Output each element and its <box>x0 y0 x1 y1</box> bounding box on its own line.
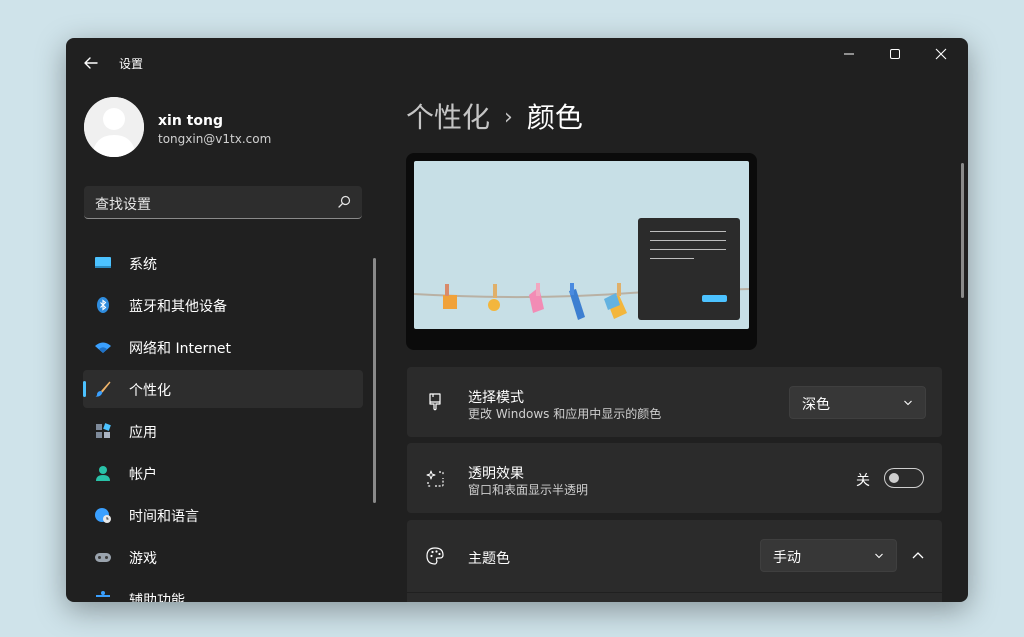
globe-clock-icon <box>95 508 111 523</box>
transparency-setting-card: 透明效果 窗口和表面显示半透明 关 <box>407 443 942 513</box>
user-email: tongxin@v1tx.com <box>158 132 272 146</box>
account-icon <box>96 466 110 481</box>
sidebar-item-label: 应用 <box>129 425 157 441</box>
preview-text-line <box>650 231 726 232</box>
transparency-subtitle: 窗口和表面显示半透明 <box>468 483 589 497</box>
sidebar-item-network[interactable]: 网络和 Internet <box>83 328 363 366</box>
sidebar-scrollbar[interactable] <box>373 258 376 503</box>
sidebar-item-bluetooth[interactable]: 蓝牙和其他设备 <box>83 286 363 324</box>
collapse-button[interactable] <box>902 540 934 572</box>
mode-subtitle: 更改 Windows 和应用中显示的颜色 <box>468 407 662 421</box>
brush-mode-icon <box>429 393 441 411</box>
accent-dropdown[interactable]: 手动 <box>760 539 897 572</box>
search-icon <box>338 195 351 208</box>
title-bar: 设置 <box>66 38 968 86</box>
sidebar-item-label: 蓝牙和其他设备 <box>129 299 227 315</box>
sidebar-item-personalization[interactable]: 个性化 <box>83 370 363 408</box>
back-arrow-icon <box>84 57 98 69</box>
preview-button <box>702 295 727 302</box>
content-scrollbar[interactable] <box>961 163 964 298</box>
sidebar-item-label: 网络和 Internet <box>129 341 232 357</box>
avatar[interactable] <box>84 97 144 157</box>
mode-title: 选择模式 <box>468 390 524 406</box>
breadcrumb: 个性化 › 颜色 <box>406 96 583 136</box>
sidebar-item-label: 系统 <box>129 257 157 273</box>
preview-wallpaper <box>414 161 749 329</box>
accent-color-card: 主题色 手动 <box>407 520 942 592</box>
sparkle-icon <box>426 470 444 487</box>
settings-window: 设置 xin tong tongxin@v1tx.com 查找设置 系统 蓝牙和… <box>66 38 968 602</box>
apps-icon <box>96 423 111 438</box>
search-value: 查找设置 <box>95 197 151 213</box>
wifi-icon <box>95 342 111 353</box>
sidebar-item-label: 帐户 <box>129 467 157 483</box>
sidebar-item-system[interactable]: 系统 <box>83 244 363 282</box>
accent-title: 主题色 <box>468 551 510 567</box>
maximize-button[interactable] <box>872 38 918 70</box>
accessibility-icon <box>96 591 110 597</box>
accent-dropdown-value: 手动 <box>773 550 801 566</box>
user-silhouette-icon <box>84 97 144 157</box>
active-indicator <box>83 381 86 397</box>
preview-text-line <box>650 249 726 250</box>
mode-dropdown-value: 深色 <box>802 397 830 413</box>
mode-dropdown[interactable]: 深色 <box>789 386 926 419</box>
system-icon <box>95 257 111 268</box>
back-button[interactable] <box>80 52 102 74</box>
transparency-toggle[interactable] <box>884 468 924 488</box>
minimize-button[interactable] <box>826 38 872 70</box>
theme-preview <box>406 153 757 350</box>
mode-setting-card: 选择模式 更改 Windows 和应用中显示的颜色 深色 <box>407 367 942 437</box>
sidebar-item-accessibility[interactable]: 辅助功能 <box>83 580 363 602</box>
search-input[interactable]: 查找设置 <box>84 186 362 219</box>
accent-expanded-area <box>407 593 942 602</box>
app-title: 设置 <box>119 57 144 71</box>
user-name: xin tong <box>158 113 223 129</box>
preview-text-line <box>650 258 694 259</box>
sidebar-item-label: 时间和语言 <box>129 509 199 525</box>
maximize-icon <box>890 49 900 59</box>
sidebar-nav: 系统 蓝牙和其他设备 网络和 Internet 个性化 应用 帐户 时间和语言 … <box>83 244 363 602</box>
transparency-state-label: 关 <box>856 473 870 489</box>
chevron-down-icon <box>904 400 912 406</box>
sidebar-item-gaming[interactable]: 游戏 <box>83 538 363 576</box>
gamepad-icon <box>95 553 111 562</box>
sidebar-item-label: 辅助功能 <box>129 593 185 602</box>
toggle-knob <box>889 473 899 483</box>
sidebar-item-time-language[interactable]: 时间和语言 <box>83 496 363 534</box>
sidebar-item-apps[interactable]: 应用 <box>83 412 363 450</box>
bluetooth-icon <box>97 297 109 313</box>
close-button[interactable] <box>918 38 964 70</box>
breadcrumb-separator: › <box>504 105 513 130</box>
sidebar-item-accounts[interactable]: 帐户 <box>83 454 363 492</box>
sidebar-item-label: 游戏 <box>129 551 157 567</box>
brush-icon <box>95 381 111 397</box>
chevron-down-icon <box>875 553 883 559</box>
preview-text-line <box>650 240 726 241</box>
breadcrumb-parent[interactable]: 个性化 <box>406 101 490 134</box>
palette-icon <box>426 547 444 565</box>
sidebar-item-label: 个性化 <box>129 383 171 399</box>
minimize-icon <box>844 53 854 55</box>
transparency-title: 透明效果 <box>468 466 524 482</box>
chevron-up-icon <box>912 552 924 559</box>
close-icon <box>935 48 947 60</box>
preview-dialog <box>638 218 740 320</box>
page-title: 颜色 <box>526 101 583 134</box>
